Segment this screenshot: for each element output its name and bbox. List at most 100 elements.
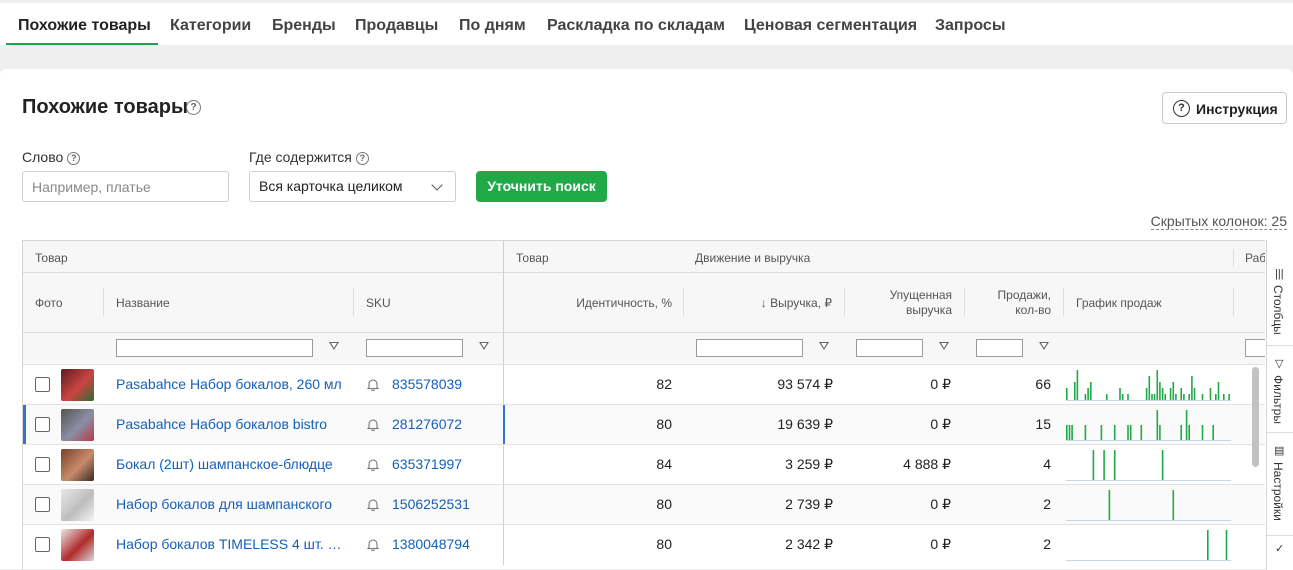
sidebar-filters[interactable]: ▽ Фильтры	[1267, 351, 1293, 433]
tab-queries[interactable]: Запросы	[935, 6, 1005, 45]
sidebar-columns[interactable]: ||| Столбцы	[1267, 260, 1293, 346]
bell-icon[interactable]	[367, 458, 379, 471]
scope-help-icon[interactable]: ?	[355, 152, 369, 165]
help-question-icon[interactable]: ?	[186, 100, 201, 115]
sales-bar	[1140, 425, 1143, 440]
group-header-product: Товар	[35, 251, 68, 265]
sales-bar	[1212, 425, 1214, 440]
scope-select[interactable]: Вся карточка целиком	[249, 171, 456, 202]
tab-price-segmentation[interactable]: Ценовая сегментация	[744, 6, 917, 45]
tab-bar: Похожие товары Категории Бренды Продавцы…	[0, 0, 1293, 45]
col-lost-revenue[interactable]: Упущенная выручка	[890, 288, 952, 318]
tab-sellers[interactable]: Продавцы	[355, 6, 438, 45]
col-revenue[interactable]: ↓ Выручка, ₽	[761, 296, 832, 310]
sales-bar	[1100, 425, 1103, 440]
product-name-link[interactable]: Бокал (2шт) шампанское-блюдце	[116, 456, 346, 472]
sales-value: 15	[1035, 416, 1051, 432]
name-filter-input[interactable]	[116, 339, 313, 357]
sales-bar	[1105, 394, 1108, 400]
word-input[interactable]	[22, 171, 229, 202]
table-row[interactable]: Набор бокалов для шампанского 1506252531…	[23, 484, 1265, 525]
sku-filter-input[interactable]	[366, 339, 463, 357]
bell-icon[interactable]	[367, 378, 379, 391]
sku-filter-icon[interactable]	[479, 342, 489, 350]
sales-chart	[1066, 370, 1231, 401]
table-header: Товар Товар Движение и выручка Раб Фото …	[23, 241, 1265, 364]
col-sku[interactable]: SKU	[366, 296, 391, 310]
product-name-link[interactable]: Набор бокалов TIMELESS 4 шт. 500 мл	[116, 536, 346, 552]
product-thumbnail[interactable]	[61, 409, 94, 441]
revenue-filter-input[interactable]	[696, 339, 803, 357]
product-thumbnail[interactable]	[61, 369, 94, 401]
sku-link[interactable]: 1380048794	[392, 536, 470, 552]
product-name-link[interactable]: Набор бокалов для шампанского	[116, 496, 346, 512]
col-sales-line2: кол-во	[1015, 303, 1051, 317]
product-thumbnail[interactable]	[61, 529, 94, 561]
word-help-icon[interactable]: ?	[67, 152, 81, 165]
sales-bar	[1180, 388, 1182, 400]
sales-bar	[1084, 394, 1087, 400]
bell-icon[interactable]	[367, 498, 379, 511]
row-checkbox[interactable]	[35, 457, 50, 472]
lost-revenue-filter-icon[interactable]	[939, 342, 949, 350]
sales-bar	[1076, 370, 1079, 400]
sales-bar	[1129, 425, 1132, 440]
row-checkbox[interactable]	[35, 377, 50, 392]
tab-categories[interactable]: Категории	[170, 6, 251, 45]
col-sales-chart[interactable]: График продаж	[1076, 296, 1162, 310]
instruction-button[interactable]: ? Инструкция	[1162, 92, 1287, 124]
sku-link[interactable]: 835578039	[392, 376, 462, 392]
sidebar-settings[interactable]: ▤ Настройки	[1267, 438, 1293, 536]
revenue-filter-icon[interactable]	[819, 342, 829, 350]
table-scrollbar[interactable]	[1252, 367, 1259, 467]
cut-filter-input[interactable]	[1245, 339, 1265, 357]
tab-similar-products[interactable]: Похожие товары	[18, 6, 151, 45]
sku-link[interactable]: 635371997	[392, 456, 462, 472]
sales-bar	[1121, 394, 1124, 400]
col-sales[interactable]: Продажи, кол-во	[998, 288, 1051, 318]
tab-brands[interactable]: Бренды	[272, 6, 336, 45]
col-name[interactable]: Название	[116, 296, 170, 310]
bell-icon[interactable]	[367, 538, 379, 551]
product-thumbnail[interactable]	[61, 449, 94, 481]
sales-bar	[1071, 425, 1073, 440]
name-filter-icon[interactable]	[329, 342, 339, 350]
divider	[23, 272, 1265, 273]
scope-select-value: Вся карточка целиком	[259, 178, 403, 194]
sales-filter-input[interactable]	[976, 339, 1023, 357]
sales-bar	[1119, 388, 1121, 400]
identity-value: 80	[656, 496, 672, 512]
bell-icon[interactable]	[367, 418, 379, 431]
tab-warehouse-layout[interactable]: Раскладка по складам	[547, 6, 725, 45]
row-checkbox[interactable]	[35, 417, 50, 432]
check-icon[interactable]: ✓	[1275, 542, 1284, 555]
table-row[interactable]: Бокал (2шт) шампанское-блюдце 635371997 …	[23, 444, 1265, 485]
sales-filter-icon[interactable]	[1039, 342, 1049, 350]
col-identity[interactable]: Идентичность, %	[576, 296, 672, 310]
divider	[1233, 249, 1234, 267]
sales-bar	[1068, 425, 1071, 440]
col-photo[interactable]: Фото	[35, 296, 63, 310]
sales-bar	[1164, 394, 1167, 400]
product-thumbnail[interactable]	[61, 489, 94, 521]
row-checkbox[interactable]	[35, 497, 50, 512]
tab-by-days[interactable]: По дням	[459, 6, 526, 45]
lost-revenue-filter-input[interactable]	[856, 339, 923, 357]
sales-bar	[1228, 394, 1230, 400]
sales-bar	[1223, 394, 1225, 400]
product-name-link[interactable]: Pasabahce Набор бокалов bistro	[116, 416, 346, 432]
product-name-link[interactable]: Pasabahce Набор бокалов, 260 мл	[116, 376, 346, 392]
sales-value: 2	[1043, 536, 1051, 552]
lost-revenue-value: 4 888 ₽	[903, 456, 951, 472]
table-row[interactable]: Набор бокалов TIMELESS 4 шт. 500 мл 1380…	[23, 524, 1265, 565]
hidden-columns-link[interactable]: Скрытых колонок: 25	[1150, 213, 1287, 230]
table-row[interactable]: Pasabahce Набор бокалов, 260 мл 83557803…	[23, 364, 1265, 405]
page-title: Похожие товары	[22, 96, 189, 118]
sidebar-columns-label: Столбцы	[1271, 285, 1285, 335]
refine-search-button[interactable]: Уточнить поиск	[476, 171, 607, 202]
table-row[interactable]: Pasabahce Набор бокалов bistro 281276072…	[23, 404, 1265, 445]
row-checkbox[interactable]	[35, 537, 50, 552]
sku-link[interactable]: 1506252531	[392, 496, 470, 512]
sku-link[interactable]: 281276072	[392, 416, 462, 432]
revenue-value: 2 342 ₽	[785, 536, 833, 552]
